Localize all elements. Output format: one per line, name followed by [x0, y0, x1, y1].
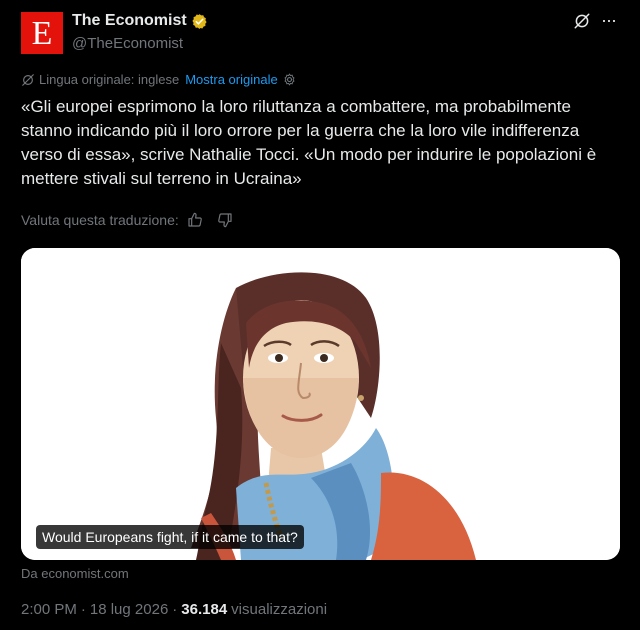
- rate-translation-row: Valuta questa traduzione:: [21, 212, 233, 228]
- translation-bar: Lingua originale: inglese Mostra origina…: [21, 72, 297, 87]
- author-display-name[interactable]: The Economist: [72, 12, 187, 30]
- portrait-illustration: [21, 248, 620, 560]
- meta-separator: ·: [80, 601, 86, 618]
- grok-icon[interactable]: [573, 12, 591, 30]
- link-card[interactable]: Would Europeans fight, if it came to tha…: [21, 248, 620, 560]
- tweet-date[interactable]: 18 lug 2026: [90, 601, 168, 618]
- views-label: visualizzazioni: [231, 601, 328, 618]
- more-options-icon[interactable]: ···: [601, 11, 617, 29]
- views-count: 36.184: [181, 601, 228, 618]
- avatar-letter: E: [31, 15, 53, 52]
- tweet-meta: 2:00 PM · 18 lug 2026 · 36.184 visualizz…: [21, 601, 327, 618]
- author-name-row: The Economist: [72, 12, 208, 30]
- tweet-time[interactable]: 2:00 PM: [21, 601, 77, 618]
- author-avatar[interactable]: E: [21, 12, 63, 54]
- thumbs-down-icon[interactable]: [217, 212, 233, 228]
- rate-translation-label: Valuta questa traduzione:: [21, 212, 179, 228]
- tweet-header: E The Economist @TheEconomist ···: [21, 11, 621, 56]
- tweet-text: «Gli europei esprimono la loro riluttanz…: [21, 97, 597, 188]
- verified-badge-icon: [192, 13, 207, 29]
- meta-separator: ·: [172, 601, 178, 618]
- card-title-caption: Would Europeans fight, if it came to tha…: [36, 525, 304, 549]
- original-language-label: Lingua originale: inglese: [39, 72, 180, 87]
- thumbs-up-icon[interactable]: [187, 212, 203, 228]
- card-source-link[interactable]: Da economist.com: [21, 566, 129, 581]
- translate-icon: [22, 73, 34, 86]
- show-original-link[interactable]: Mostra originale: [185, 72, 278, 87]
- settings-gear-icon[interactable]: [282, 72, 297, 87]
- author-handle[interactable]: @TheEconomist: [72, 35, 183, 52]
